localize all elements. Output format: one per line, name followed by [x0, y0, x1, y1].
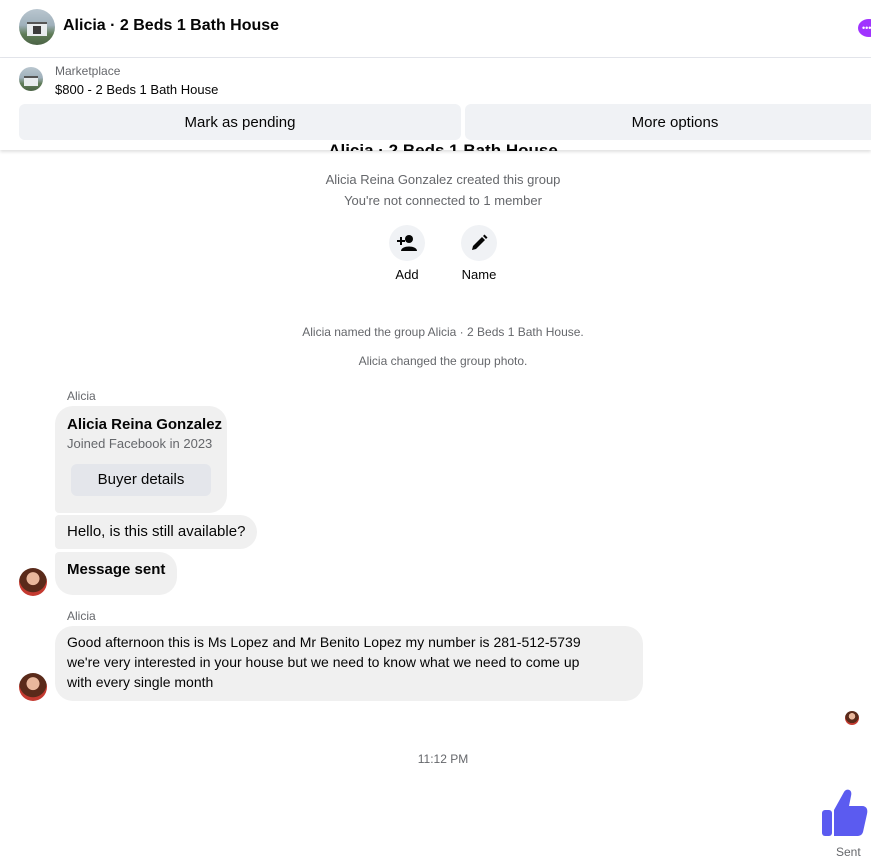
conversation-header: Alicia · 2 Beds 1 Bath House ••• [0, 0, 871, 58]
add-label: Add [395, 267, 419, 282]
system-message: Alicia named the group Alicia · 2 Beds 1… [302, 325, 584, 339]
add-person-icon[interactable] [389, 225, 425, 261]
message-line: Good afternoon this is Ms Lopez and Mr B… [67, 634, 581, 650]
sender-name: Alicia [67, 389, 96, 403]
group-title-text: Alicia · 2 Beds 1 Bath House [328, 141, 558, 151]
name-label: Name [461, 267, 497, 282]
sender-avatar[interactable] [19, 673, 47, 701]
profile-name[interactable]: Alicia Reina Gonzalez [67, 416, 222, 433]
system-message: Alicia changed the group photo. [358, 354, 528, 368]
profile-joined: Joined Facebook in 2023 [67, 436, 213, 451]
group-connection-text: You're not connected to 1 member [344, 193, 542, 208]
message-bubble[interactable]: Hello, is this still available? [55, 515, 258, 549]
message-timestamp: 11:12 PM [417, 752, 469, 766]
listing-banner: Marketplace $800 - 2 Beds 1 Bath House M… [0, 58, 871, 150]
message-bubble[interactable]: Good afternoon this is Ms Lopez and Mr B… [55, 626, 643, 701]
conversation-title[interactable]: Alicia · 2 Beds 1 Bath House [63, 17, 279, 35]
listing-thumbnail[interactable] [19, 67, 43, 91]
message-line: we're very interested in your house but … [67, 654, 580, 670]
message-status: Sent [836, 845, 861, 859]
sender-avatar[interactable] [19, 568, 47, 596]
read-receipt-avatar [845, 711, 859, 725]
pencil-icon[interactable] [461, 225, 497, 261]
name-group-action[interactable]: Name [449, 225, 509, 282]
profile-card: Alicia Reina Gonzalez Joined Facebook in… [55, 406, 227, 513]
sender-name: Alicia [67, 609, 96, 623]
group-created-text: Alicia Reina Gonzalez created this group [325, 172, 561, 187]
buyer-details-button[interactable]: Buyer details [71, 464, 211, 496]
group-title: Alicia · 2 Beds 1 Bath House [0, 139, 871, 151]
message-bubble[interactable]: Message sent [55, 552, 178, 595]
group-avatar[interactable] [19, 9, 55, 45]
ellipsis-icon[interactable]: ••• [858, 19, 871, 37]
more-options-button[interactable]: More options [465, 104, 871, 140]
listing-price-title[interactable]: $800 - 2 Beds 1 Bath House [55, 82, 218, 97]
message-line: with every single month [67, 674, 214, 690]
thumbs-up-icon[interactable] [820, 788, 868, 838]
mark-as-pending-button[interactable]: Mark as pending [19, 104, 461, 140]
listing-source: Marketplace [55, 64, 121, 78]
add-member-action[interactable]: Add [377, 225, 437, 282]
